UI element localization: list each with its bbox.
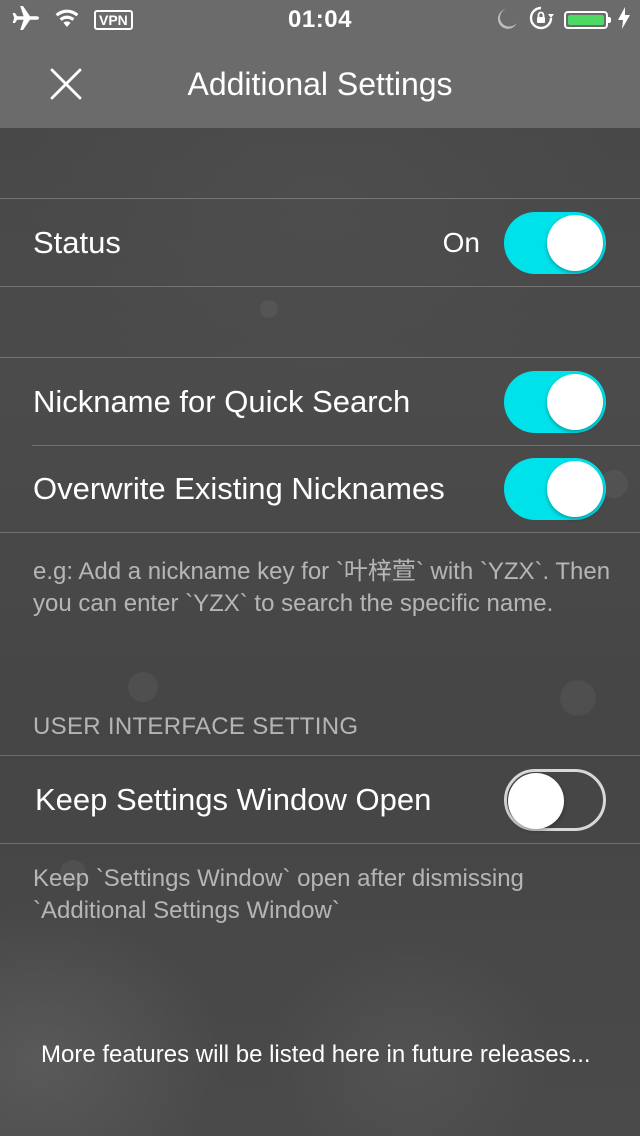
keep-settings-window-toggle[interactable] [504,769,606,831]
nickname-group: Nickname for Quick Search Overwrite Exis… [0,357,640,533]
toggle-knob [547,374,603,430]
navigation-bar: Additional Settings [0,40,640,128]
battery-icon [564,11,611,29]
more-features-text: More features will be listed here in fut… [41,1041,591,1068]
ui-settings-group: Keep Settings Window Open [0,755,640,844]
nickname-quick-search-label: Nickname for Quick Search [33,383,411,419]
keep-settings-window-row: Keep Settings Window Open [0,756,640,843]
status-group: Status On [0,198,640,287]
status-bar-right [497,5,630,36]
overwrite-nicknames-label: Overwrite Existing Nicknames [33,470,445,506]
status-bar: VPN 01:04 [0,0,640,40]
status-row: Status On [0,199,640,286]
status-label: Status [33,224,121,260]
toggle-knob [547,215,603,271]
overwrite-nicknames-toggle[interactable] [504,458,606,520]
page-title: Additional Settings [187,66,453,102]
toggle-knob [547,461,603,517]
keep-settings-window-label: Keep Settings Window Open [35,781,432,817]
ui-footnote: Keep `Settings Window` open after dismis… [33,865,524,924]
settings-content: Status On Nickname for Quick Search Over… [0,128,640,1136]
nickname-quick-search-row: Nickname for Quick Search [0,358,640,445]
overwrite-nicknames-row: Overwrite Existing Nicknames [0,445,640,532]
section-header-ui: USER INTERFACE SETTING [33,713,359,740]
rotation-lock-icon [528,5,554,36]
status-toggle[interactable] [504,212,606,274]
status-value: On [442,226,480,258]
charging-icon [618,6,630,34]
nickname-quick-search-toggle[interactable] [504,371,606,433]
moon-icon [497,7,518,34]
toggle-knob [508,773,564,829]
nickname-footnote: e.g: Add a nickname key for `叶梓萱` with `… [33,558,611,617]
